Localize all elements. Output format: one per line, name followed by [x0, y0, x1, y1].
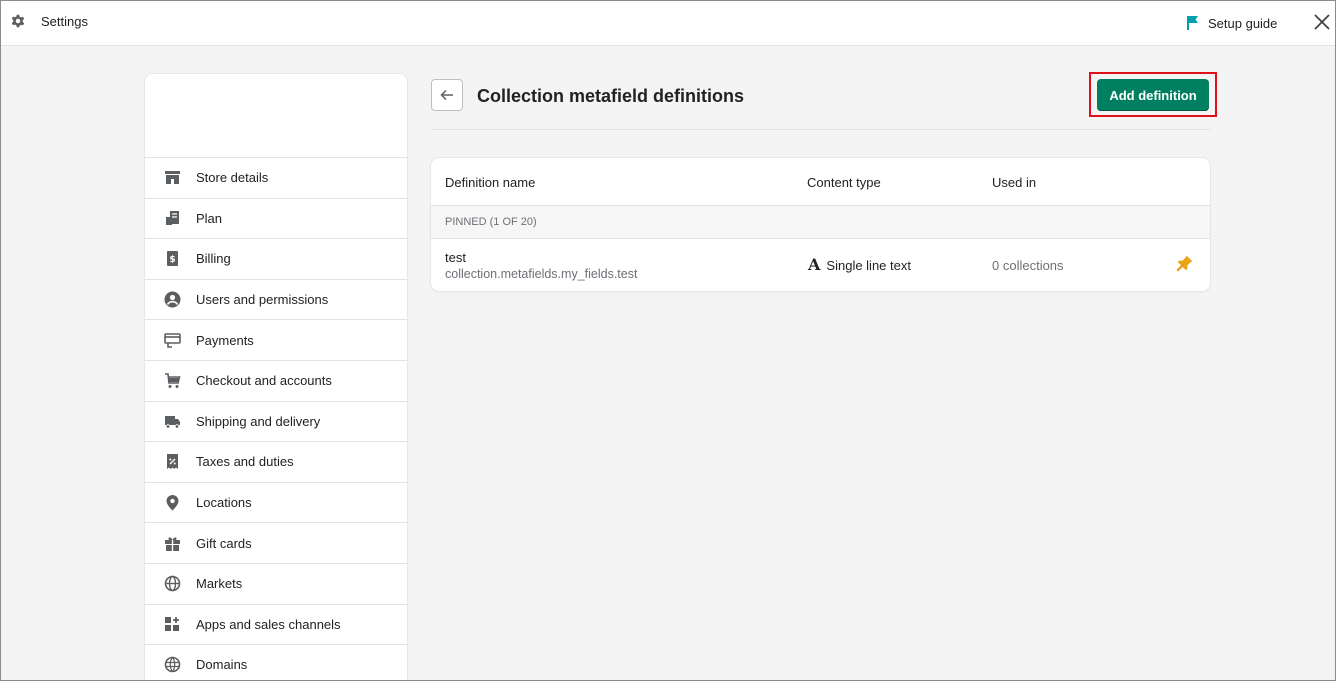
arrow-left-icon: [440, 89, 453, 101]
location-icon: [164, 494, 181, 511]
sidebar-item-label: Locations: [196, 495, 252, 511]
definition-namespace: collection.metafields.my_fields.test: [445, 267, 638, 281]
sidebar-item-label: Payments: [196, 332, 254, 348]
highlight-box: [1089, 72, 1217, 117]
globe-icon: [164, 575, 181, 592]
definitions-table: Definition name Content type Used in PIN…: [431, 158, 1210, 291]
sidebar-item-label: Shipping and delivery: [196, 413, 321, 429]
column-header-used-in: Used in: [992, 175, 1037, 190]
domain-icon: [164, 656, 181, 673]
table-header: Definition name Content type Used in: [431, 158, 1210, 206]
sidebar-item-billing[interactable]: $ Billing: [145, 239, 407, 280]
sidebar-item-label: Checkout and accounts: [196, 373, 332, 389]
cart-icon: [164, 372, 181, 389]
settings-title: Settings: [41, 14, 88, 29]
store-icon: [164, 169, 181, 186]
payments-icon: [164, 332, 181, 349]
content-type: A Single line text: [808, 257, 911, 273]
settings-sidebar: Store details Plan $ Billing Users and p…: [145, 74, 407, 681]
close-icon[interactable]: [1312, 11, 1332, 33]
billing-icon: $: [164, 250, 181, 267]
top-bar: Settings Setup guide: [0, 0, 1336, 46]
page-title: Collection metafield definitions: [477, 86, 745, 106]
sidebar-item-label: Markets: [196, 576, 243, 592]
sidebar-item-users[interactable]: Users and permissions: [145, 280, 407, 321]
gift-icon: [164, 535, 181, 552]
sidebar-item-label: Billing: [196, 251, 231, 267]
table-row[interactable]: test collection.metafields.my_fields.tes…: [431, 239, 1210, 290]
back-button[interactable]: [431, 79, 463, 111]
sidebar-item-gift-cards[interactable]: Gift cards: [145, 523, 407, 564]
content-type-label: Single line text: [826, 257, 911, 273]
setup-guide-button[interactable]: Setup guide: [1186, 13, 1277, 33]
column-header-definition-name: Definition name: [445, 175, 536, 190]
sidebar-item-store-details[interactable]: Store details: [145, 158, 407, 199]
sidebar-item-taxes[interactable]: Taxes and duties: [145, 442, 407, 483]
pinned-section-header: PINNED (1 OF 20): [431, 206, 1210, 239]
used-in-count: 0 collections: [992, 258, 1064, 273]
tax-icon: [164, 453, 181, 470]
sidebar-item-shipping[interactable]: Shipping and delivery: [145, 402, 407, 443]
apps-icon: [164, 616, 181, 633]
svg-text:$: $: [169, 255, 175, 265]
text-type-icon: A: [808, 255, 821, 274]
header-divider: [431, 129, 1210, 130]
sidebar-item-label: Plan: [196, 210, 223, 226]
pin-icon[interactable]: [1176, 254, 1194, 272]
plan-icon: [164, 210, 181, 227]
sidebar-item-apps[interactable]: Apps and sales channels: [145, 605, 407, 646]
sidebar-item-label: Users and permissions: [196, 292, 329, 308]
gear-icon: [11, 14, 25, 28]
definition-name: test: [445, 250, 466, 265]
sidebar-item-label: Store details: [196, 170, 269, 186]
sidebar-header: [145, 74, 407, 158]
setup-guide-label: Setup guide: [1208, 15, 1278, 31]
sidebar-item-markets[interactable]: Markets: [145, 564, 407, 605]
truck-icon: [164, 413, 181, 430]
sidebar-item-domains[interactable]: Domains: [145, 645, 407, 681]
sidebar-item-label: Domains: [196, 657, 248, 673]
flag-icon: [1187, 16, 1198, 30]
sidebar-item-label: Apps and sales channels: [196, 616, 341, 632]
sidebar-item-label: Taxes and duties: [196, 454, 294, 470]
sidebar-item-label: Gift cards: [196, 535, 252, 551]
user-icon: [164, 291, 181, 308]
column-header-content-type: Content type: [807, 175, 881, 190]
sidebar-item-locations[interactable]: Locations: [145, 483, 407, 524]
pinned-count-label: PINNED (1 OF 20): [445, 216, 537, 228]
sidebar-item-checkout[interactable]: Checkout and accounts: [145, 361, 407, 402]
sidebar-item-payments[interactable]: Payments: [145, 320, 407, 361]
sidebar-item-plan[interactable]: Plan: [145, 199, 407, 240]
